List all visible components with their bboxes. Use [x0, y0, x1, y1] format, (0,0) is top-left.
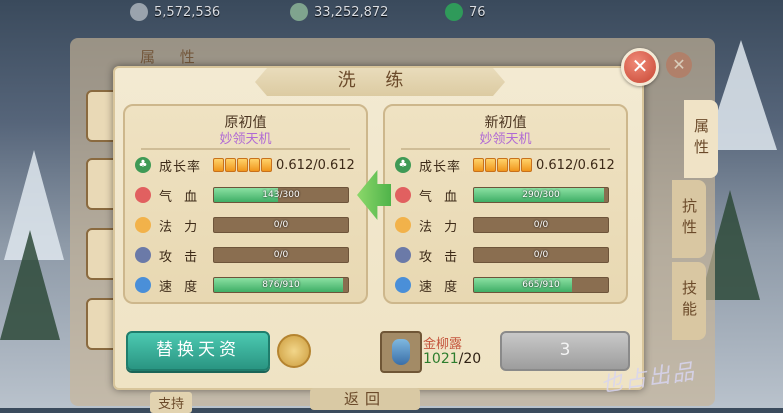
stat-value: 665/910	[522, 280, 560, 290]
divider	[141, 148, 350, 150]
growth-value: 0.612/0.612	[536, 157, 615, 173]
stat-value: 0/0	[273, 220, 289, 230]
stat-label: 法 力	[419, 219, 462, 235]
coin-amount: 33,252,872	[314, 4, 389, 20]
magic-icon	[395, 217, 411, 233]
jade-amount: 76	[469, 4, 486, 20]
growth-stars	[473, 158, 532, 172]
stat-bar: 876/910	[213, 277, 349, 293]
stat-label: 气 血	[419, 189, 462, 205]
stat-label: 速 度	[419, 279, 462, 295]
lock-seal-icon[interactable]	[277, 334, 311, 368]
stat-value: 0/0	[533, 250, 549, 260]
magic-icon	[135, 217, 151, 233]
item-name: 金柳露	[423, 337, 463, 352]
stat-label: 攻 击	[159, 249, 202, 265]
stat-bar: 0/0	[213, 217, 349, 233]
stat-label: 速 度	[159, 279, 202, 295]
stat-row: 法 力 0/0	[395, 214, 625, 236]
stat-label: 法 力	[159, 219, 202, 235]
jade-resource: 76	[445, 3, 486, 21]
divider	[401, 148, 610, 150]
tab-skills[interactable]: 技能	[672, 262, 706, 340]
original-stats-panel: 原初值 妙领天机 ♣ 成长率 0.612/0.612 气 血 143/300 法 力…	[123, 104, 368, 304]
coin-resource: 33,252,872	[290, 3, 388, 21]
vase-icon	[392, 339, 410, 365]
heart-icon	[395, 187, 411, 203]
stat-row: 攻 击 0/0	[135, 244, 365, 266]
sword-icon	[395, 247, 411, 263]
heart-icon	[135, 187, 151, 203]
speed-icon	[135, 277, 151, 293]
sword-icon	[135, 247, 151, 263]
stat-bar: 0/0	[473, 217, 609, 233]
close-button[interactable]: ✕	[621, 48, 659, 86]
stat-row: 气 血 290/300	[395, 184, 625, 206]
silver-resource: 5,572,536	[130, 3, 220, 21]
leaf-icon: ♣	[395, 157, 411, 173]
close-icon[interactable]: ✕	[666, 52, 692, 78]
stat-label: 攻 击	[419, 249, 462, 265]
return-button[interactable]: 返回	[310, 388, 420, 410]
jade-icon	[445, 3, 463, 21]
stat-value: 876/910	[262, 280, 300, 290]
stat-row: 速 度 876/910	[135, 274, 365, 296]
speed-icon	[395, 277, 411, 293]
stat-row: 法 力 0/0	[135, 214, 365, 236]
tab-resistance[interactable]: 抗性	[672, 180, 706, 258]
growth-label: 成长率	[419, 159, 462, 175]
new-stats-panel: 新初值 妙领天机 ♣ 成长率 0.612/0.612 气 血 290/300 法 力…	[383, 104, 628, 304]
dialog-title: 洗 练	[337, 70, 416, 91]
silver-amount: 5,572,536	[154, 4, 221, 20]
support-label: 支持	[150, 392, 193, 413]
growth-row: ♣ 成长率 0.612/0.612	[395, 154, 625, 176]
silver-icon	[130, 3, 148, 21]
stat-bar: 0/0	[213, 247, 349, 263]
attr-header: 属 性	[140, 48, 205, 66]
stat-bar: 290/300	[473, 187, 609, 203]
stat-bar: 143/300	[213, 187, 349, 203]
stat-value: 0/0	[533, 220, 549, 230]
coin-icon	[290, 3, 308, 21]
pine-tree	[0, 230, 60, 340]
leaf-icon: ♣	[135, 157, 151, 173]
growth-stars	[213, 158, 272, 172]
growth-row: ♣ 成长率 0.612/0.612	[135, 154, 365, 176]
item-have: 1021	[423, 351, 459, 367]
original-skill: 妙领天机	[219, 132, 272, 147]
item-count: 1021/20	[423, 351, 481, 367]
stat-row: 气 血 143/300	[135, 184, 365, 206]
stat-value: 143/300	[262, 190, 300, 200]
growth-value: 0.612/0.612	[276, 157, 355, 173]
stat-bar: 665/910	[473, 277, 609, 293]
new-skill: 妙领天机	[479, 132, 532, 147]
item-slot[interactable]	[380, 331, 422, 373]
growth-label: 成长率	[159, 159, 202, 175]
stat-row: 速 度 665/910	[395, 274, 625, 296]
replace-aptitude-button[interactable]: 替换天资	[126, 331, 270, 371]
stat-value: 0/0	[273, 250, 289, 260]
stat-bar: 0/0	[473, 247, 609, 263]
stat-row: 攻 击 0/0	[395, 244, 625, 266]
tab-attributes[interactable]: 属性	[684, 100, 718, 178]
stat-label: 气 血	[159, 189, 202, 205]
stat-value: 290/300	[522, 190, 560, 200]
item-need: /20	[458, 351, 482, 367]
resource-bar: 5,572,536 33,252,872 76	[0, 0, 783, 26]
